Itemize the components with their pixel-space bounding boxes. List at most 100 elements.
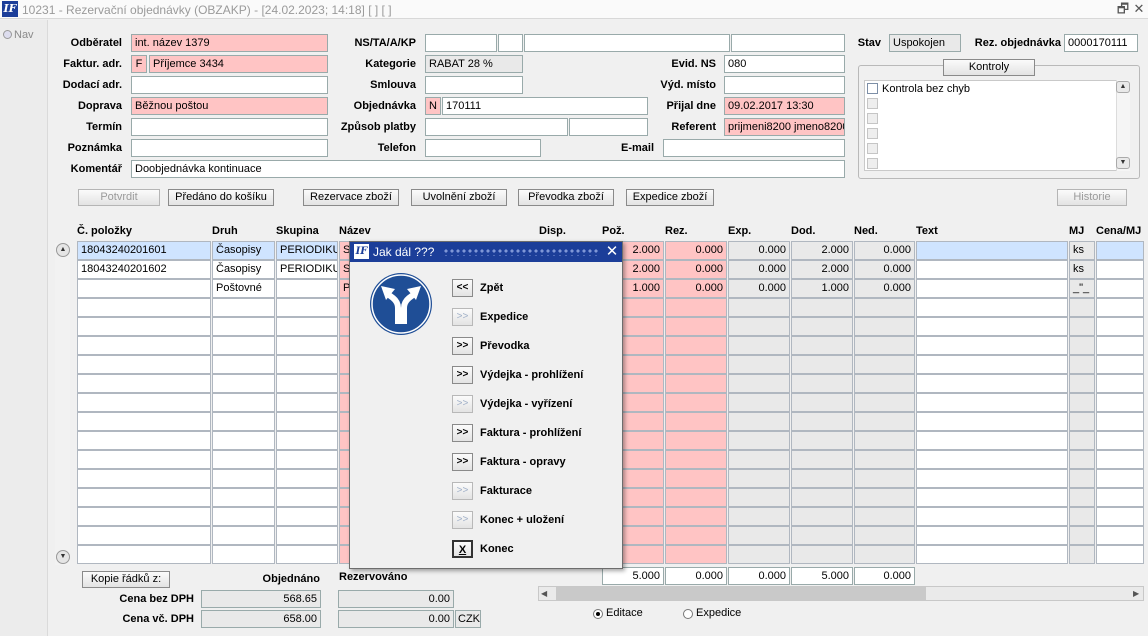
kopie-radku-button[interactable]: Kopie řádků z: — [82, 571, 170, 588]
dialog-action-button-9[interactable]: X — [452, 540, 473, 558]
cell-skupina[interactable] — [276, 336, 338, 355]
cell-exp[interactable] — [728, 412, 790, 431]
cell-cena[interactable] — [1096, 317, 1144, 336]
cell-mj[interactable] — [1069, 412, 1095, 431]
currency-field[interactable]: CZK — [455, 610, 481, 628]
cell-dod[interactable] — [791, 469, 853, 488]
telefon-field[interactable] — [425, 139, 541, 157]
cell-skupina[interactable] — [276, 374, 338, 393]
cell-ned[interactable] — [854, 488, 915, 507]
vyd-misto-field[interactable] — [724, 76, 845, 94]
objednavka-prefix-field[interactable]: N — [425, 97, 441, 115]
cell-exp[interactable] — [728, 488, 790, 507]
grid-horizontal-scroll-thumb[interactable] — [556, 587, 926, 600]
cell-dod[interactable] — [791, 526, 853, 545]
cell-cena[interactable] — [1096, 374, 1144, 393]
expedice-zbozi-button[interactable]: Expedice zboží — [626, 189, 714, 206]
cell-dod[interactable] — [791, 507, 853, 526]
col-header-poz[interactable]: Pož. — [602, 225, 625, 237]
cell-dod[interactable]: 2.000 — [791, 260, 853, 279]
cell-exp[interactable] — [728, 545, 790, 564]
cell-skupina[interactable] — [276, 450, 338, 469]
dialog-action-button-7[interactable]: >> — [452, 482, 473, 500]
predano-do-kosiku-button[interactable]: Předáno do košíku — [168, 189, 274, 206]
cell-rez[interactable] — [665, 469, 727, 488]
cell-exp[interactable] — [728, 431, 790, 450]
cell-druh[interactable] — [212, 450, 275, 469]
uvolneni-zbozi-button[interactable]: Uvolnění zboží — [411, 189, 507, 206]
cell-skupina[interactable]: PERIODIKUM — [276, 260, 338, 279]
kontroly-scroll-up-icon[interactable]: ▲ — [1116, 81, 1130, 93]
expedice-radio[interactable] — [683, 609, 693, 619]
cell-mj[interactable] — [1069, 393, 1095, 412]
termin-field[interactable] — [131, 118, 328, 136]
cell-druh[interactable] — [212, 507, 275, 526]
kontrola-checkbox[interactable] — [867, 83, 878, 94]
doprava-field[interactable]: Běžnou poštou — [131, 97, 328, 115]
cell-text[interactable] — [916, 279, 1068, 298]
cell-text[interactable] — [916, 336, 1068, 355]
cell-cena[interactable] — [1096, 469, 1144, 488]
cell-text[interactable] — [916, 317, 1068, 336]
dodaci-adr-field[interactable] — [131, 76, 328, 94]
col-header-polozka[interactable]: Č. položky — [77, 225, 132, 237]
cell-polozka[interactable] — [77, 412, 211, 431]
cell-rez[interactable] — [665, 450, 727, 469]
col-header-mj[interactable]: MJ — [1069, 225, 1084, 237]
faktur-adr-field[interactable]: Příjemce 3434 — [149, 55, 328, 73]
cell-druh[interactable]: Poštovné — [212, 279, 275, 298]
cell-rez[interactable]: 0.000 — [665, 279, 727, 298]
cell-ned[interactable] — [854, 412, 915, 431]
cell-text[interactable] — [916, 450, 1068, 469]
cell-rez[interactable] — [665, 298, 727, 317]
cell-rez[interactable] — [665, 374, 727, 393]
kategorie-field[interactable]: RABAT 28 % — [425, 55, 523, 73]
cell-rez[interactable] — [665, 526, 727, 545]
col-header-disp[interactable]: Disp. — [539, 225, 566, 237]
cell-mj[interactable] — [1069, 450, 1095, 469]
col-header-rez[interactable]: Rez. — [665, 225, 688, 237]
cell-rez[interactable] — [665, 355, 727, 374]
cell-dod[interactable] — [791, 431, 853, 450]
cell-mj[interactable]: ks — [1069, 260, 1095, 279]
cell-mj[interactable] — [1069, 298, 1095, 317]
cell-exp[interactable] — [728, 526, 790, 545]
komentar-field[interactable]: Doobjednávka kontinuace — [131, 160, 845, 178]
cell-dod[interactable] — [791, 355, 853, 374]
cell-druh[interactable] — [212, 412, 275, 431]
cell-skupina[interactable] — [276, 393, 338, 412]
cell-dod[interactable] — [791, 298, 853, 317]
dialog-action-button-0[interactable]: << — [452, 279, 473, 297]
ns-field-3[interactable] — [524, 34, 730, 52]
cell-druh[interactable]: Časopisy — [212, 260, 275, 279]
cell-cena[interactable] — [1096, 488, 1144, 507]
cell-rez[interactable]: 0.000 — [665, 260, 727, 279]
cell-mj[interactable] — [1069, 355, 1095, 374]
dialog-action-button-2[interactable]: >> — [452, 337, 473, 355]
cell-text[interactable] — [916, 431, 1068, 450]
cell-exp[interactable] — [728, 469, 790, 488]
cell-polozka[interactable]: 18043240201601 — [77, 241, 211, 260]
grid-scroll-down-icon[interactable]: ▼ — [56, 550, 70, 564]
cell-mj[interactable] — [1069, 374, 1095, 393]
cell-ned[interactable] — [854, 374, 915, 393]
restore-window-icon[interactable]: 🗗 — [1116, 1, 1130, 17]
cell-skupina[interactable]: PERIODIKUM — [276, 241, 338, 260]
cell-polozka[interactable] — [77, 469, 211, 488]
cell-text[interactable] — [916, 355, 1068, 374]
potvrdit-button[interactable]: Potvrdit — [78, 189, 160, 206]
cell-druh[interactable]: Časopisy — [212, 241, 275, 260]
cell-mj[interactable] — [1069, 507, 1095, 526]
dialog-action-button-4[interactable]: >> — [452, 395, 473, 413]
cell-dod[interactable] — [791, 336, 853, 355]
cell-cena[interactable] — [1096, 545, 1144, 564]
historie-button[interactable]: Historie — [1057, 189, 1127, 206]
kontroly-button[interactable]: Kontroly — [943, 59, 1035, 76]
cell-druh[interactable] — [212, 431, 275, 450]
cell-skupina[interactable] — [276, 355, 338, 374]
cell-mj[interactable] — [1069, 469, 1095, 488]
cell-mj[interactable] — [1069, 317, 1095, 336]
cell-ned[interactable] — [854, 298, 915, 317]
dialog-action-button-8[interactable]: >> — [452, 511, 473, 529]
cell-mj[interactable] — [1069, 431, 1095, 450]
